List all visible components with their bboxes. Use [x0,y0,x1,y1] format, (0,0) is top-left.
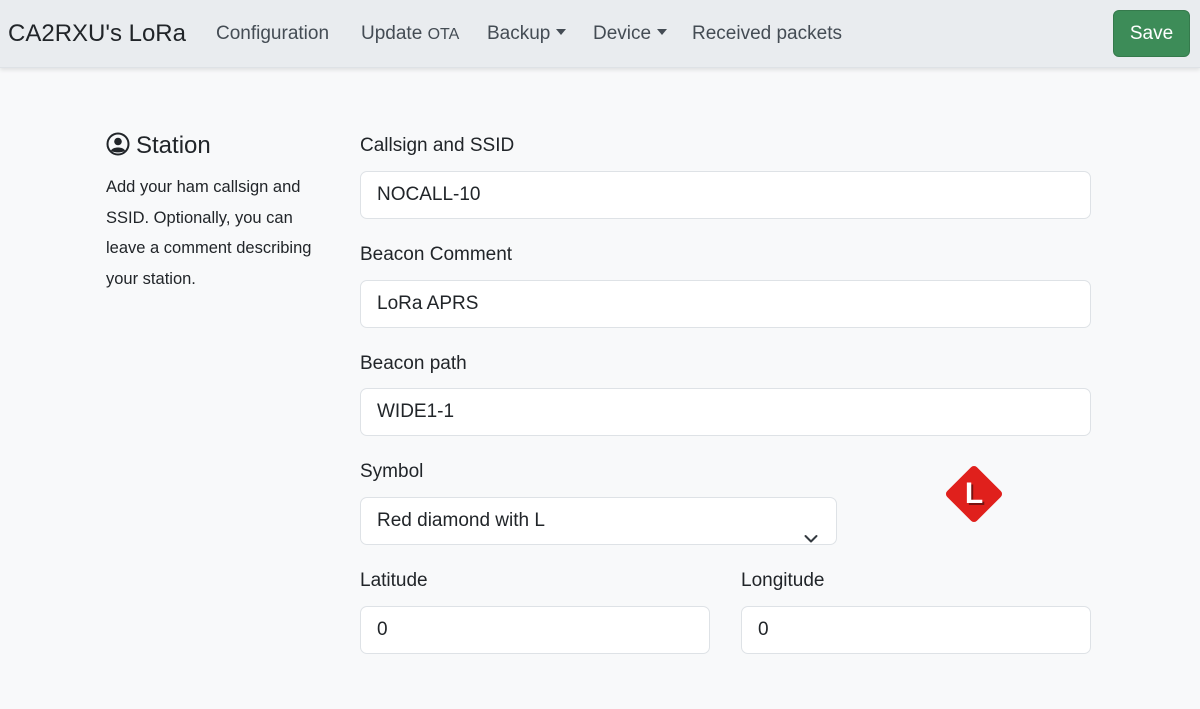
latitude-input[interactable]: 0 [360,606,710,654]
nav-update-ota[interactable]: Update OTA [361,21,459,48]
top-navbar: CA2RXU's LoRa Configuration Update OTA B… [0,0,1200,68]
nav-backup-label: Backup [487,23,551,44]
callsign-label: Callsign and SSID [360,135,515,156]
symbol-select-value: Red diamond with L [377,510,545,531]
brand-title[interactable]: CA2RXU's LoRa [8,18,186,50]
nav-configuration-label: Configuration [216,23,330,44]
symbol-label: Symbol [360,461,424,482]
beacon-comment-input[interactable]: LoRa APRS [360,280,1091,328]
caret-down-icon [556,29,567,35]
user-circle-icon [106,132,130,164]
nav-backup-dropdown[interactable]: Backup [487,21,567,47]
nav-received-packets-label: Received packets [692,23,842,44]
symbol-preview-letter: L [965,477,983,510]
latitude-label: Latitude [360,570,428,591]
beacon-comment-label: Beacon Comment [360,244,513,265]
symbol-select[interactable]: Red diamond with L [360,497,837,545]
nav-device-dropdown[interactable]: Device [593,21,668,47]
nav-update-label: Update [361,23,423,44]
symbol-preview-icon: L L [938,458,1010,530]
save-button[interactable]: Save [1113,10,1190,57]
beacon-path-input[interactable]: WIDE1-1 [360,388,1091,436]
nav-update-ota-label: OTA [427,26,460,43]
longitude-label: Longitude [741,570,825,591]
caret-down-icon [657,29,668,35]
chevron-down-icon [804,516,818,562]
station-title-text: Station [136,132,211,159]
nav-device-label: Device [593,23,652,44]
station-section-title: Station [106,131,211,164]
beacon-path-label: Beacon path [360,353,467,374]
longitude-input[interactable]: 0 [741,606,1091,654]
callsign-input[interactable]: NOCALL-10 [360,171,1091,219]
nav-received-packets[interactable]: Received packets [692,21,842,47]
nav-configuration[interactable]: Configuration [216,21,329,47]
station-description: Add your ham callsign and SSID. Optional… [106,178,312,288]
